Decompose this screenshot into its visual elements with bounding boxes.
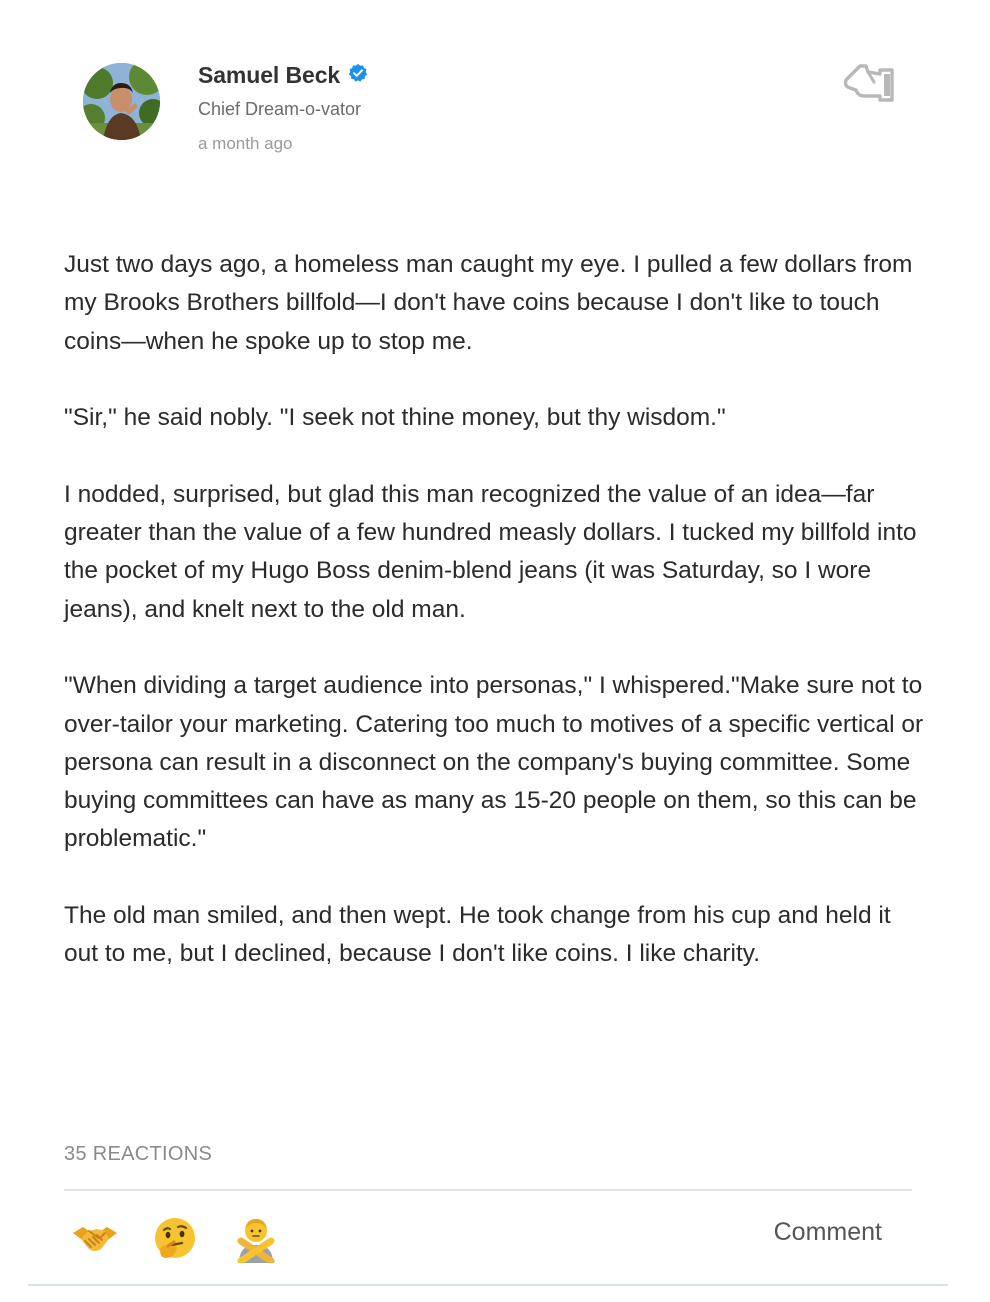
verified-badge-icon bbox=[348, 63, 368, 83]
comment-button[interactable]: Comment bbox=[774, 1218, 882, 1247]
avatar-photo bbox=[83, 63, 160, 140]
post-paragraph: The old man smiled, and then wept. He to… bbox=[64, 902, 891, 968]
post-paragraph: I nodded, surprised, but glad this man r… bbox=[64, 480, 917, 623]
divider bbox=[64, 1189, 912, 1191]
author-name-row: Samuel Beck bbox=[198, 58, 368, 92]
handshake-icon bbox=[73, 1227, 117, 1251]
post-timestamp[interactable]: a month ago bbox=[198, 129, 368, 159]
post-paragraph: "When dividing a target audience into pe… bbox=[64, 672, 924, 853]
reaction-thinking-button[interactable] bbox=[146, 1210, 204, 1268]
pushpin-icon bbox=[843, 64, 894, 102]
post-paragraph: Just two days ago, a homeless man caught… bbox=[64, 251, 913, 355]
reaction-no-gesture-button[interactable] bbox=[227, 1210, 285, 1268]
thinking-face-icon bbox=[155, 1218, 195, 1258]
post-paragraph: "Sir," he said nobly. "I seek not thine … bbox=[64, 404, 726, 432]
reaction-bar: Comment bbox=[64, 1210, 912, 1270]
post-card: Samuel Beck Chief Dream-o-vator a month … bbox=[0, 0, 990, 1302]
avatar[interactable] bbox=[83, 63, 160, 140]
bottom-border bbox=[28, 1284, 948, 1286]
author-info: Samuel Beck Chief Dream-o-vator a month … bbox=[198, 58, 368, 159]
person-gesturing-no-icon bbox=[237, 1219, 275, 1263]
reaction-handshake-button[interactable] bbox=[66, 1210, 124, 1268]
author-title: Chief Dream-o-vator bbox=[198, 99, 362, 119]
post-body: Just two days ago, a homeless man caught… bbox=[64, 246, 924, 1012]
author-name[interactable]: Samuel Beck bbox=[198, 62, 340, 89]
reactions-count[interactable]: 35 REACTIONS bbox=[64, 1143, 212, 1166]
pin-button[interactable] bbox=[838, 56, 898, 108]
